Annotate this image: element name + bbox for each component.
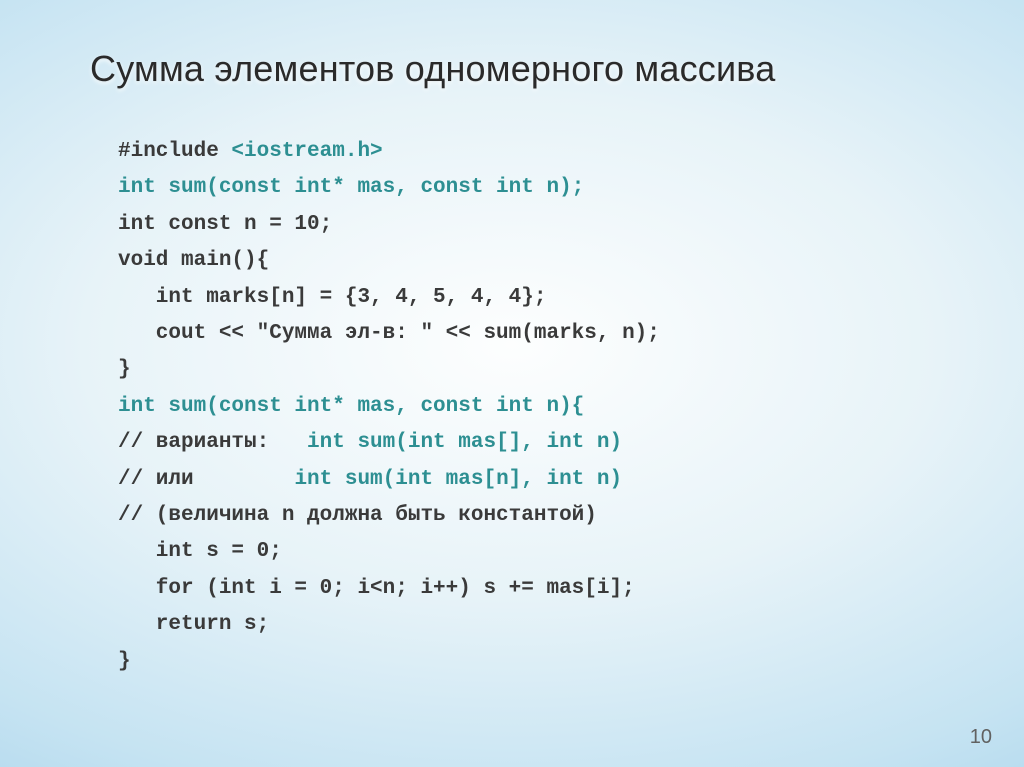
slide-title: Сумма элементов одномерного массива bbox=[90, 48, 934, 90]
slide: Сумма элементов одномерного массива #inc… bbox=[0, 0, 1024, 767]
code-line-1a: #include bbox=[118, 140, 231, 163]
page-number: 10 bbox=[970, 726, 992, 749]
code-line-10a: // или bbox=[118, 468, 194, 491]
code-line-6: cout << "Сумма эл-в: " << sum(marks, n); bbox=[118, 322, 660, 345]
code-line-8: int sum(const int* mas, const int n){ bbox=[118, 395, 584, 418]
code-line-3: int const n = 10; bbox=[118, 213, 332, 236]
code-line-9b: int sum(int mas[], int n) bbox=[269, 431, 622, 454]
code-line-14: return s; bbox=[118, 613, 269, 636]
code-line-13: for (int i = 0; i<n; i++) s += mas[i]; bbox=[118, 577, 635, 600]
code-line-11: // (величина n должна быть константой) bbox=[118, 504, 597, 527]
code-line-1b: <iostream.h> bbox=[231, 140, 382, 163]
code-block: #include <iostream.h> int sum(const int*… bbox=[90, 134, 934, 680]
code-line-10b: int sum(int mas[n], int n) bbox=[194, 468, 622, 491]
code-line-12: int s = 0; bbox=[118, 540, 282, 563]
code-line-4: void main(){ bbox=[118, 249, 269, 272]
code-line-15: } bbox=[118, 650, 131, 673]
code-line-5: int marks[n] = {3, 4, 5, 4, 4}; bbox=[118, 286, 546, 309]
code-line-9a: // варианты: bbox=[118, 431, 269, 454]
code-line-2: int sum(const int* mas, const int n); bbox=[118, 176, 584, 199]
code-line-7: } bbox=[118, 358, 131, 381]
